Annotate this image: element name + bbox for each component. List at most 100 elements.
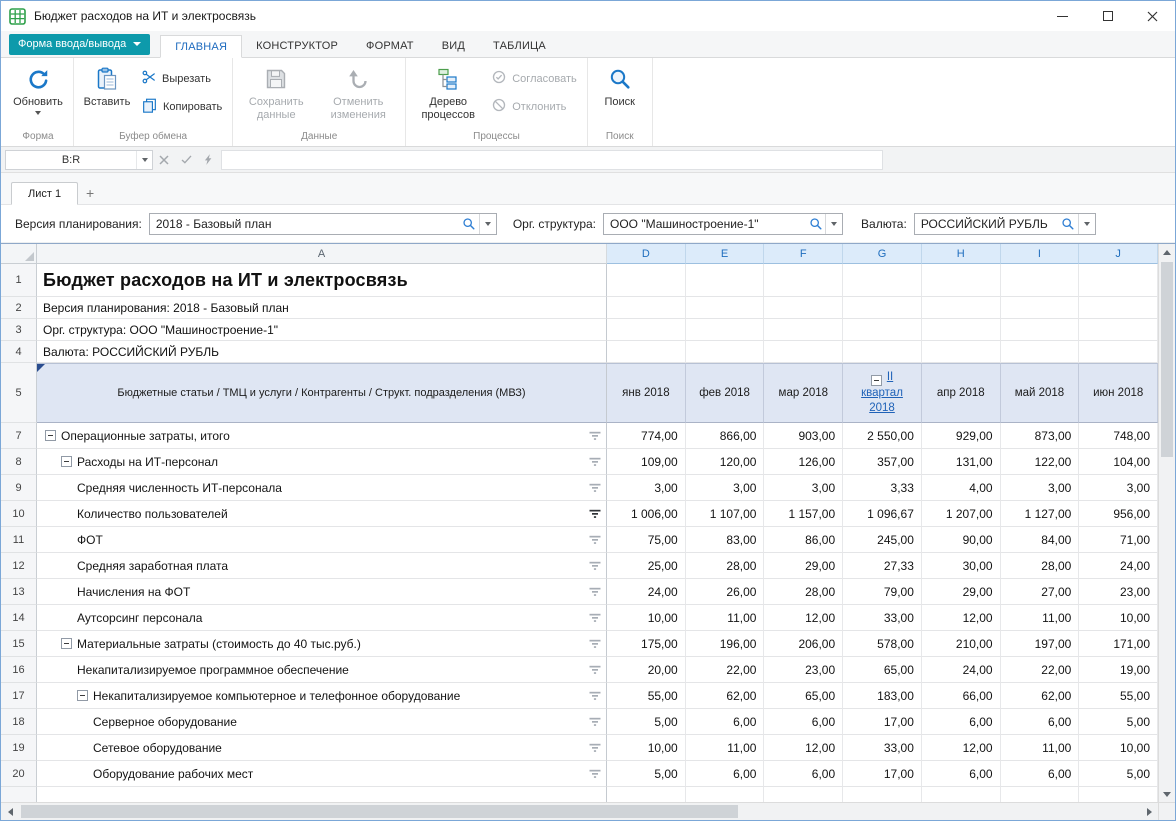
value-cell[interactable]: 2 550,00: [843, 423, 922, 449]
cell[interactable]: [607, 264, 686, 297]
row-header[interactable]: 16: [1, 657, 37, 683]
value-cell[interactable]: 183,00: [843, 683, 922, 709]
info-cell[interactable]: Орг. структура: ООО "Машиностроение-1": [37, 319, 607, 341]
value-cell[interactable]: 23,00: [764, 657, 843, 683]
value-cell[interactable]: 1 096,67: [843, 501, 922, 527]
row-header[interactable]: 1: [1, 264, 37, 297]
row-header[interactable]: 11: [1, 527, 37, 553]
refresh-button[interactable]: Обновить: [7, 61, 69, 117]
tab-vid[interactable]: ВИД: [428, 34, 479, 57]
value-cell[interactable]: 22,00: [686, 657, 765, 683]
value-cell[interactable]: 55,00: [1079, 683, 1158, 709]
value-cell[interactable]: 22,00: [1001, 657, 1080, 683]
period-header-cell[interactable]: II квартал 2018: [843, 363, 922, 423]
budget-item-cell[interactable]: Некапитализируемое компьютерное и телефо…: [37, 683, 607, 709]
cell[interactable]: [922, 319, 1001, 341]
cell[interactable]: [1079, 319, 1158, 341]
collapse-button[interactable]: [45, 430, 56, 441]
collapse-button[interactable]: [77, 690, 88, 701]
filter-button[interactable]: [584, 769, 606, 779]
value-cell[interactable]: 12,00: [764, 605, 843, 631]
cut-button[interactable]: Вырезать: [136, 67, 228, 90]
value-cell[interactable]: 6,00: [686, 761, 765, 787]
cell[interactable]: [1001, 341, 1080, 363]
value-cell[interactable]: 6,00: [764, 709, 843, 735]
value-cell[interactable]: 1 157,00: [764, 501, 843, 527]
tab-konstruktor[interactable]: КОНСТРУКТОР: [242, 34, 352, 57]
confirm-icon[interactable]: [175, 150, 197, 170]
value-cell[interactable]: 1 127,00: [1001, 501, 1080, 527]
collapse-button[interactable]: [61, 638, 72, 649]
chevron-down-icon[interactable]: [136, 151, 152, 169]
value-cell[interactable]: 5,00: [1079, 709, 1158, 735]
value-cell[interactable]: 55,00: [607, 683, 686, 709]
cell[interactable]: [1001, 319, 1080, 341]
value-cell[interactable]: 6,00: [1001, 709, 1080, 735]
value-cell[interactable]: 65,00: [764, 683, 843, 709]
value-cell[interactable]: 62,00: [1001, 683, 1080, 709]
cell[interactable]: [1001, 787, 1080, 802]
filter-button[interactable]: [584, 691, 606, 701]
value-cell[interactable]: 578,00: [843, 631, 922, 657]
value-cell[interactable]: 20,00: [607, 657, 686, 683]
column-header-I[interactable]: I: [1001, 244, 1080, 264]
horizontal-scrollbar[interactable]: [19, 803, 1140, 820]
scroll-down-button[interactable]: [1159, 786, 1175, 802]
cell[interactable]: [686, 341, 765, 363]
value-cell[interactable]: 66,00: [922, 683, 1001, 709]
column-header-J[interactable]: J: [1079, 244, 1158, 264]
cell[interactable]: [1001, 297, 1080, 319]
value-cell[interactable]: 3,00: [607, 475, 686, 501]
chevron-down-icon[interactable]: [825, 214, 842, 234]
value-cell[interactable]: 19,00: [1079, 657, 1158, 683]
value-cell[interactable]: 24,00: [607, 579, 686, 605]
scroll-left-button[interactable]: [1, 803, 19, 820]
column-header-A[interactable]: A: [37, 244, 607, 264]
value-cell[interactable]: 126,00: [764, 449, 843, 475]
value-cell[interactable]: 24,00: [922, 657, 1001, 683]
close-button[interactable]: [1130, 1, 1175, 31]
value-cell[interactable]: 86,00: [764, 527, 843, 553]
budget-item-cell[interactable]: Расходы на ИТ-персонал: [37, 449, 607, 475]
value-cell[interactable]: 3,00: [686, 475, 765, 501]
value-cell[interactable]: 748,00: [1079, 423, 1158, 449]
value-cell[interactable]: 6,00: [764, 761, 843, 787]
cell[interactable]: [922, 787, 1001, 802]
value-cell[interactable]: 26,00: [686, 579, 765, 605]
budget-item-cell[interactable]: ФОТ: [37, 527, 607, 553]
filter-button[interactable]: [584, 535, 606, 545]
value-cell[interactable]: 3,00: [1079, 475, 1158, 501]
value-cell[interactable]: 3,00: [1001, 475, 1080, 501]
cell[interactable]: [1079, 787, 1158, 802]
value-cell[interactable]: 23,00: [1079, 579, 1158, 605]
value-cell[interactable]: 120,00: [686, 449, 765, 475]
horizontal-scroll-thumb[interactable]: [21, 805, 738, 818]
budget-item-cell[interactable]: Сетевое оборудование: [37, 735, 607, 761]
budget-item-cell[interactable]: Средняя заработная плата: [37, 553, 607, 579]
value-cell[interactable]: 1 107,00: [686, 501, 765, 527]
row-header[interactable]: 18: [1, 709, 37, 735]
cell[interactable]: [1079, 341, 1158, 363]
value-cell[interactable]: 6,00: [1001, 761, 1080, 787]
value-cell[interactable]: 245,00: [843, 527, 922, 553]
cell[interactable]: [843, 297, 922, 319]
vertical-scrollbar[interactable]: [1158, 244, 1175, 802]
cell[interactable]: [922, 264, 1001, 297]
add-sheet-button[interactable]: +: [78, 181, 102, 204]
value-cell[interactable]: 27,33: [843, 553, 922, 579]
sheet-tab[interactable]: Лист 1: [11, 182, 78, 205]
value-cell[interactable]: 5,00: [1079, 761, 1158, 787]
row-header[interactable]: 19: [1, 735, 37, 761]
value-cell[interactable]: 210,00: [922, 631, 1001, 657]
value-cell[interactable]: 1 006,00: [607, 501, 686, 527]
value-cell[interactable]: 175,00: [607, 631, 686, 657]
cell[interactable]: [764, 341, 843, 363]
scroll-up-button[interactable]: [1159, 244, 1175, 260]
cell[interactable]: [843, 264, 922, 297]
select-all-corner[interactable]: [1, 244, 37, 264]
value-cell[interactable]: 1 207,00: [922, 501, 1001, 527]
filter-button[interactable]: [584, 561, 606, 571]
tab-glavnaya[interactable]: ГЛАВНАЯ: [160, 35, 242, 58]
formula-input[interactable]: [221, 150, 883, 170]
value-cell[interactable]: 17,00: [843, 709, 922, 735]
